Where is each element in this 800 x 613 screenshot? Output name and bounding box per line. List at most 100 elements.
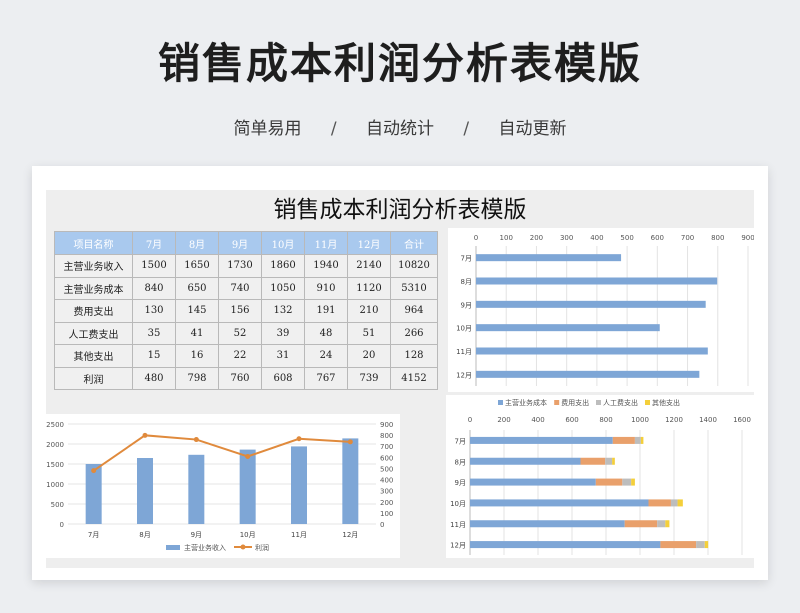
cost-stacked-chart: 主营业务成本 费用支出 人工费支出 其他支出 0 200 400 600 800 1000 1200… <box>446 395 754 558</box>
table-cell: 1050 <box>261 276 305 300</box>
x-tick-label: 700 <box>681 234 694 242</box>
sheet-title: 销售成本利润分析表模版 <box>273 197 527 223</box>
table-cell: 130 <box>132 299 176 323</box>
x-tick-label: 1600 <box>733 416 751 424</box>
table-row: 主营业务收入 1500 1650 1730 1860 1940 2140 10820 <box>54 254 438 278</box>
legend-swatch <box>498 400 503 405</box>
y-right-tick-label: 0 <box>380 521 384 529</box>
legend-marker <box>240 544 246 550</box>
profit-bar-chart: 0 100 200 300 400 500 600 700 800 900 7月 8月 9月 10月 11月… <box>448 228 755 392</box>
table-row: 主营业务成本 840 650 740 1050 910 1120 5310 <box>54 276 438 300</box>
stacked-bar-segment <box>665 520 670 528</box>
y-tick-label: 10月 <box>456 325 472 333</box>
table-cell: 22 <box>218 344 262 368</box>
line-point <box>347 439 353 445</box>
bar <box>342 438 359 524</box>
table-cell: 24 <box>304 344 348 368</box>
bar <box>476 300 706 308</box>
stacked-bar-segment <box>612 436 635 444</box>
table-row: 费用支出 130 145 156 132 191 210 964 <box>54 299 438 323</box>
x-tick-label: 800 <box>599 416 612 424</box>
row-label: 利润 <box>54 366 133 390</box>
table-cell: 740 <box>218 276 262 300</box>
bar <box>476 370 700 378</box>
data-table: 项目名称 7月 8月 9月 10月 11月 12月 合计 主营业务收入 1500 1… <box>54 231 438 390</box>
table-cell: 16 <box>175 344 219 368</box>
x-tick-label: 1400 <box>699 416 717 424</box>
x-tick-label: 9月 <box>191 531 202 539</box>
table-cell: 132 <box>261 299 305 323</box>
line-point <box>91 468 97 474</box>
table-cell: 128 <box>390 344 438 368</box>
y-right-tick-label: 800 <box>380 432 393 440</box>
x-tick-label: 1200 <box>665 416 683 424</box>
table-row: 利润 480 798 760 608 767 739 4152 <box>54 366 438 390</box>
x-tick-label: 10月 <box>240 531 256 539</box>
y-right-tick-label: 200 <box>380 499 393 507</box>
x-tick-label: 8月 <box>139 531 150 539</box>
bar <box>476 277 718 285</box>
stacked-bar-segment <box>580 457 606 465</box>
x-tick-label: 0 <box>474 234 478 242</box>
legend-label: 费用支出 <box>561 398 589 407</box>
row-label: 费用支出 <box>54 299 133 323</box>
legend-label: 主营业务成本 <box>505 398 547 407</box>
legend-swatch <box>166 545 180 550</box>
x-tick-label: 200 <box>530 234 543 242</box>
stacked-bar-segment <box>634 436 641 444</box>
legend-label: 主营业务收入 <box>184 543 226 552</box>
stacked-bar-segment <box>612 457 615 465</box>
table-header-row: 项目名称 7月 8月 9月 10月 11月 12月 合计 <box>54 231 438 255</box>
stacked-bar-segment <box>470 499 649 507</box>
table-cell: 608 <box>261 366 305 390</box>
x-tick-label: 0 <box>468 416 472 424</box>
y-tick-label: 7月 <box>455 437 466 445</box>
separator: / <box>463 119 470 139</box>
row-label: 主营业务成本 <box>54 276 133 300</box>
legend-swatch <box>645 400 650 405</box>
y-tick-label: 9月 <box>455 479 466 487</box>
legend-label: 其他支出 <box>652 398 680 407</box>
col-header: 9月 <box>218 231 262 255</box>
y-tick-label: 11月 <box>456 348 472 356</box>
col-header: 合计 <box>390 231 438 255</box>
col-header: 8月 <box>175 231 219 255</box>
table-cell: 191 <box>304 299 348 323</box>
bar <box>239 449 256 524</box>
y-left-tick-label: 500 <box>51 501 64 509</box>
table-cell: 840 <box>132 276 176 300</box>
col-header: 12月 <box>347 231 391 255</box>
col-header: 项目名称 <box>54 231 133 255</box>
y-tick-label: 12月 <box>450 542 466 550</box>
stacked-bar-segment <box>677 499 683 507</box>
x-tick-label: 500 <box>620 234 633 242</box>
row-label: 主营业务收入 <box>54 254 133 278</box>
x-tick-label: 400 <box>590 234 603 242</box>
stacked-bar-segment <box>704 541 709 549</box>
stacked-bar-segment <box>660 541 697 549</box>
table-cell: 1120 <box>347 276 391 300</box>
stacked-bar-segment <box>470 436 613 444</box>
table-cell: 1940 <box>304 254 348 278</box>
table-cell: 2140 <box>347 254 391 278</box>
table-cell: 31 <box>261 344 305 368</box>
bar <box>137 458 153 524</box>
x-tick-label: 900 <box>741 234 754 242</box>
y-left-tick-label: 2000 <box>46 441 64 449</box>
col-header: 10月 <box>261 231 305 255</box>
legend-swatch <box>596 400 601 405</box>
col-header: 7月 <box>132 231 176 255</box>
page-title: 销售成本利润分析表模版 <box>157 39 642 88</box>
y-tick-label: 7月 <box>461 255 472 263</box>
table-cell: 650 <box>175 276 219 300</box>
table-cell: 41 <box>175 321 219 345</box>
feature-auto-stats: 自动统计 <box>366 119 434 139</box>
table-cell: 480 <box>132 366 176 390</box>
table-cell: 739 <box>347 366 391 390</box>
y-left-tick-label: 0 <box>60 521 64 529</box>
table-cell: 1650 <box>175 254 219 278</box>
line-point <box>142 432 148 438</box>
stacked-bar-segment <box>631 478 635 486</box>
cost-stacked-chart-svg: 主营业务成本 费用支出 人工费支出 其他支出 0 200 400 600 800 1000 1200… <box>450 398 751 555</box>
y-right-tick-label: 400 <box>380 477 393 485</box>
